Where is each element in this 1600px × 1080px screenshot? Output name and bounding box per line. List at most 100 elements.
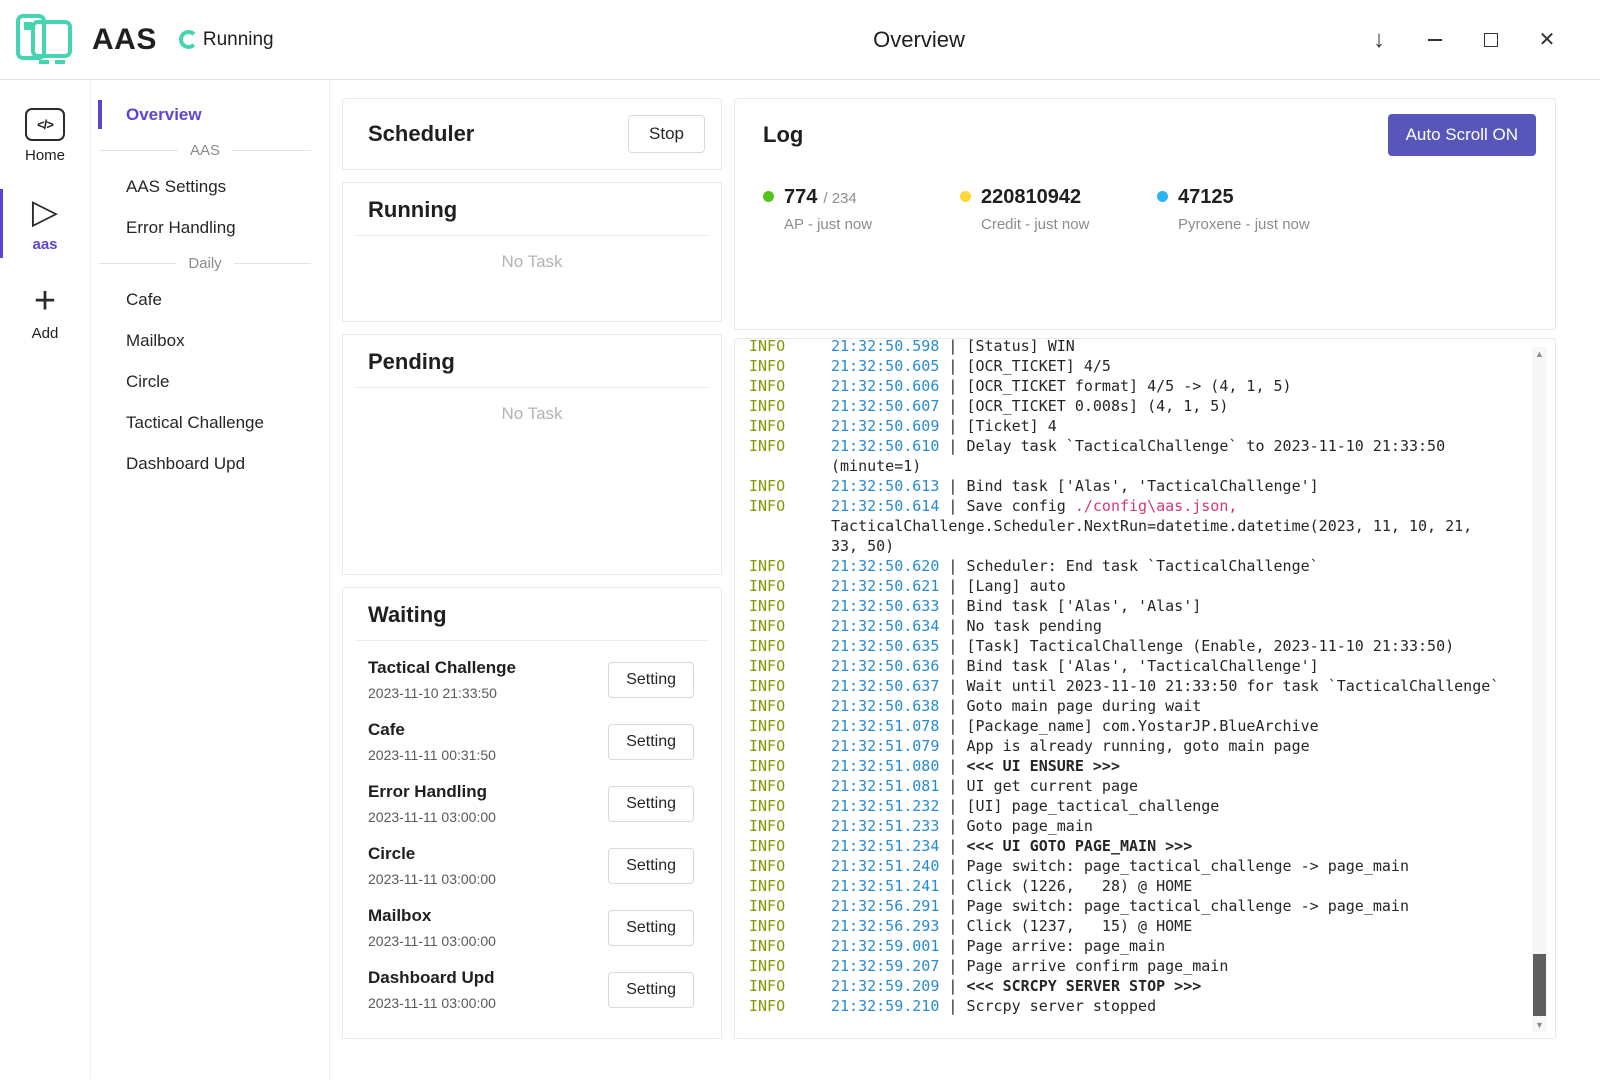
waiting-task-time: 2023-11-10 21:33:50 [368, 685, 516, 702]
log-line: INFO21:32:51.240 | Page switch: page_tac… [749, 856, 1555, 876]
divider [355, 235, 709, 236]
log-line: INFO21:32:50.634 | No task pending [749, 616, 1555, 636]
log-lines: INFO21:32:50.598 | [Status] WININFO21:32… [749, 338, 1555, 1016]
nav-item-error-handling[interactable]: Error Handling [91, 207, 329, 248]
waiting-task-name: Cafe [368, 720, 496, 740]
log-line: INFO21:32:56.291 | Page switch: page_tac… [749, 896, 1555, 916]
waiting-list: Tactical Challenge 2023-11-10 21:33:50 Set… [343, 641, 721, 1021]
log-line: INFO21:32:50.638 | Goto main page during… [749, 696, 1555, 716]
status-dot-icon [960, 191, 971, 202]
rail-label-home: Home [25, 147, 65, 164]
stat-label: Credit - just now [981, 216, 1089, 233]
waiting-setting-button[interactable]: Setting [608, 786, 694, 822]
log-line: INFO21:32:51.234 | <<< UI GOTO PAGE_MAIN… [749, 836, 1555, 856]
log-line: INFO21:32:50.605 | [OCR_TICKET] 4/5 [749, 356, 1555, 376]
auto-scroll-button[interactable]: Auto Scroll ON [1388, 114, 1536, 156]
log-header-card: Log Auto Scroll ON 774/ 234AP - just now… [734, 98, 1556, 330]
stat-value: 47125 [1178, 186, 1234, 208]
resource-stat: 220810942 Credit - just now [960, 186, 1157, 233]
rail-item-home[interactable]: </> Home [0, 100, 90, 172]
rail-label-add: Add [32, 325, 59, 342]
log-line: INFO21:32:51.232 | [UI] page_tactical_ch… [749, 796, 1555, 816]
nav-item-circle[interactable]: Circle [91, 361, 329, 402]
scheduler-title: Scheduler [368, 121, 474, 147]
waiting-task-name: Dashboard Upd [368, 968, 496, 988]
log-line: INFO21:32:59.207 | Page arrive confirm p… [749, 956, 1555, 976]
log-line: INFO21:32:51.080 | <<< UI ENSURE >>> [749, 756, 1555, 776]
scheduler-stop-button[interactable]: Stop [628, 115, 705, 153]
scrollbar-thumb[interactable] [1533, 954, 1546, 1016]
waiting-task-name: Error Handling [368, 782, 496, 802]
running-empty-text: No Task [343, 252, 721, 272]
rail-item-aas[interactable]: ▷ aas [0, 186, 90, 261]
log-stats: 774/ 234AP - just now220810942Credit - j… [763, 186, 1536, 233]
nav-item-cafe[interactable]: Cafe [91, 279, 329, 320]
waiting-task-name: Tactical Challenge [368, 658, 516, 678]
running-spinner-icon [179, 30, 198, 49]
rail-item-add[interactable]: + Add [0, 275, 90, 350]
plus-icon: + [34, 283, 56, 319]
log-line: INFO21:32:50.610 | Delay task `TacticalC… [749, 436, 1555, 476]
rail-label-aas: aas [32, 236, 57, 253]
log-line: INFO21:32:50.607 | [OCR_TICKET 0.008s] (… [749, 396, 1555, 416]
log-line: INFO21:32:51.078 | [Package_name] com.Yo… [749, 716, 1555, 736]
nav-menu: OverviewAASAAS SettingsError HandlingDai… [91, 80, 330, 1079]
stat-label: Pyroxene - just now [1178, 216, 1310, 233]
waiting-task-name: Circle [368, 844, 496, 864]
page-title: Overview [238, 27, 1600, 53]
waiting-setting-button[interactable]: Setting [608, 910, 694, 946]
waiting-task-row: Circle2023-11-11 03:00:00Setting [368, 835, 694, 897]
main-content: Scheduler Stop Running No Task Pending N… [330, 80, 1600, 1079]
waiting-setting-button[interactable]: Setting [608, 972, 694, 1008]
log-line: INFO21:32:50.620 | Scheduler: End task `… [749, 556, 1555, 576]
log-scrollbar[interactable]: ▲ ▼ [1532, 347, 1547, 1032]
log-line: INFO21:32:59.209 | <<< SCRCPY SERVER STO… [749, 976, 1555, 996]
nav-item-dashboard-upd[interactable]: Dashboard Upd [91, 443, 329, 484]
log-title: Log [763, 122, 803, 148]
pending-empty-text: No Task [343, 404, 721, 424]
waiting-task-row: Error Handling2023-11-11 03:00:00Setting [368, 773, 694, 835]
nav-item-tactical-challenge[interactable]: Tactical Challenge [91, 402, 329, 443]
log-column: Log Auto Scroll ON 774/ 234AP - just now… [734, 98, 1556, 1039]
log-line: INFO21:32:50.633 | Bind task ['Alas', 'A… [749, 596, 1555, 616]
scroll-up-icon[interactable]: ▲ [1532, 347, 1547, 361]
log-line: INFO21:32:50.621 | [Lang] auto [749, 576, 1555, 596]
scroll-down-icon[interactable]: ▼ [1532, 1018, 1547, 1032]
stat-suffix: / 234 [823, 190, 856, 207]
nav-item-mailbox[interactable]: Mailbox [91, 320, 329, 361]
waiting-setting-button[interactable]: Setting [608, 848, 694, 884]
waiting-task-row: Tactical Challenge 2023-11-10 21:33:50 Set… [368, 649, 694, 711]
log-line: INFO21:32:50.609 | [Ticket] 4 [749, 416, 1555, 436]
log-line: INFO21:32:51.241 | Click (1226, 28) @ HO… [749, 876, 1555, 896]
waiting-task-row: Dashboard Upd2023-11-11 03:00:00Setting [368, 959, 694, 1021]
running-card: Running No Task [342, 182, 722, 322]
log-line: INFO21:32:50.635 | [Task] TacticalChalle… [749, 636, 1555, 656]
nav-item-overview[interactable]: Overview [91, 94, 329, 135]
log-line: INFO21:32:51.233 | Goto page_main [749, 816, 1555, 836]
waiting-setting-button[interactable]: Setting [608, 724, 694, 760]
log-line: INFO21:32:51.081 | UI get current page [749, 776, 1555, 796]
rail-sidebar: </> Home ▷ aas + Add [0, 80, 91, 1079]
waiting-setting-button[interactable]: Setting [608, 662, 694, 698]
play-icon: ▷ [32, 194, 58, 230]
stat-label: AP - just now [784, 216, 872, 233]
waiting-task-row: Cafe 2023-11-11 00:31:50 Setting [368, 711, 694, 773]
stat-value: 220810942 [981, 186, 1081, 208]
waiting-task-time: 2023-11-11 00:31:50 [368, 747, 496, 764]
titlebar: AAS Running Overview ↓ ✕ [0, 0, 1600, 80]
log-console[interactable]: INFO21:32:50.598 | [Status] WININFO21:32… [734, 338, 1556, 1039]
scheduler-column: Scheduler Stop Running No Task Pending N… [342, 98, 722, 1039]
nav-item-aas-settings[interactable]: AAS Settings [91, 166, 329, 207]
status-dot-icon [763, 191, 774, 202]
log-line: INFO21:32:50.636 | Bind task ['Alas', 'T… [749, 656, 1555, 676]
log-line: INFO21:32:51.079 | App is already runnin… [749, 736, 1555, 756]
resource-stat: 774/ 234AP - just now [763, 186, 960, 233]
nav-section-aas: AAS [99, 140, 311, 161]
waiting-title: Waiting [343, 588, 721, 640]
waiting-card: Waiting Tactical Challenge 2023-11-10 21:… [342, 587, 722, 1039]
app-name: AAS [92, 23, 157, 57]
resource-stat: 47125 Pyroxene - just now [1157, 186, 1354, 233]
waiting-task-time: 2023-11-11 03:00:00 [368, 933, 496, 950]
pending-title: Pending [343, 335, 721, 387]
scheduler-card: Scheduler Stop [342, 98, 722, 170]
